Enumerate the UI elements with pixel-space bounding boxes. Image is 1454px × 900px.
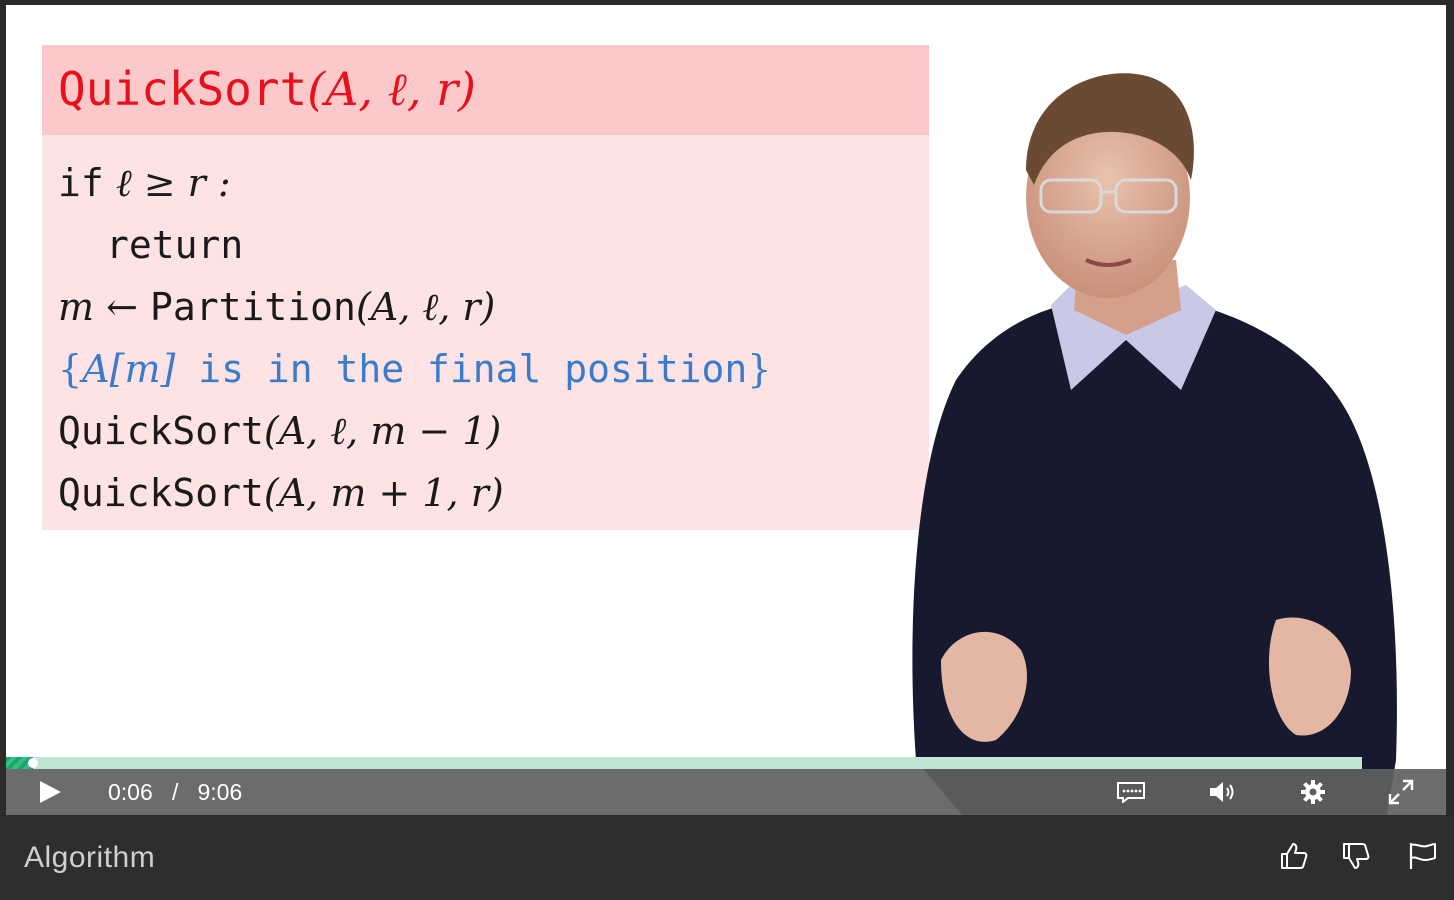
gear-icon (1301, 780, 1325, 804)
partition-args: (A, ℓ, r) (355, 285, 496, 329)
like-button[interactable] (1272, 834, 1316, 878)
quicksort-args-left: (A, ℓ, m − 1) (263, 409, 502, 453)
fullscreen-icon (1388, 779, 1414, 805)
assign-lhs: m ← (58, 285, 151, 329)
flag-icon (1409, 843, 1436, 869)
captions-icon (1117, 782, 1145, 803)
condition-expr: ℓ ≥ r : (103, 161, 231, 205)
slide-title-bar: QuickSort(A, ℓ, r) (42, 45, 929, 135)
presenter-figure (912, 73, 1397, 815)
volume-button[interactable] (1198, 769, 1248, 815)
quicksort-args-right: (A, m + 1, r) (263, 471, 504, 515)
control-bar: 0:06 / 9:06 (6, 769, 1446, 815)
brace-close: } (747, 347, 772, 391)
captions-button[interactable] (1106, 769, 1156, 815)
partition-fn: Partition (150, 285, 356, 329)
video-player[interactable]: QuickSort(A, ℓ, r) if ℓ ≥ r : return m ←… (0, 0, 1454, 816)
play-icon (40, 781, 61, 803)
title-function: QuickSort (58, 62, 308, 116)
slide-title: QuickSort(A, ℓ, r) (58, 63, 476, 115)
duration: 9:06 (197, 779, 243, 805)
dislike-button[interactable] (1334, 834, 1378, 878)
code-line-1: if ℓ ≥ r : (58, 161, 231, 205)
video-frame[interactable]: QuickSort(A, ℓ, r) if ℓ ≥ r : return m ←… (6, 5, 1446, 815)
time-separator: / (171, 779, 179, 805)
code-line-6: QuickSort(A, m + 1, r) (58, 471, 504, 515)
lecture-title: Algorithm (24, 841, 156, 874)
code-line-4-comment: {A[m] is in the final position} (58, 347, 771, 391)
quicksort-fn: QuickSort (58, 471, 264, 515)
slide-body: if ℓ ≥ r : return m ← Partition(A, ℓ, r)… (42, 135, 929, 530)
keyword-if: if (58, 161, 104, 205)
keyword-return: return (106, 223, 244, 267)
code-line-3: m ← Partition(A, ℓ, r) (58, 285, 495, 329)
thumbs-up-icon (1281, 843, 1308, 869)
settings-button[interactable] (1288, 769, 1338, 815)
thumbs-down-icon (1343, 843, 1370, 869)
lecture-bar: Algorithm (0, 816, 1454, 888)
comment-expr: A[m] (82, 347, 176, 391)
fullscreen-button[interactable] (1376, 769, 1426, 815)
current-time: 0:06 (108, 779, 153, 805)
time-display: 0:06 / 9:06 (108, 769, 242, 815)
title-args: (A, ℓ, r) (307, 62, 476, 116)
comment-text: is in the final position (175, 347, 748, 391)
play-button[interactable] (28, 769, 72, 815)
progress-bar[interactable] (6, 757, 1362, 769)
brace-open: { (58, 347, 83, 391)
code-line-2: return (106, 223, 243, 267)
flag-button[interactable] (1400, 834, 1444, 878)
volume-icon (1210, 782, 1234, 802)
progress-handle[interactable] (28, 758, 39, 768)
code-line-5: QuickSort(A, ℓ, m − 1) (58, 409, 501, 453)
quicksort-fn: QuickSort (58, 409, 264, 453)
